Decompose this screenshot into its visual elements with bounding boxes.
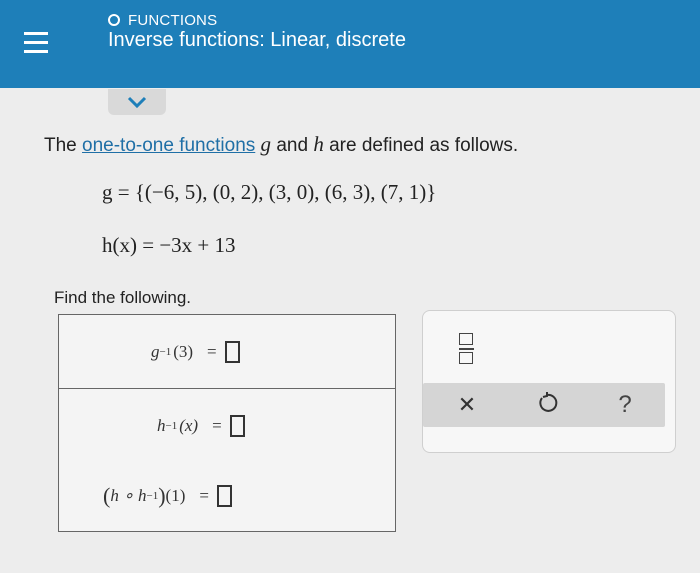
- h-inverse-expression: h −1 (x) =: [157, 415, 245, 437]
- undo-icon[interactable]: [533, 391, 561, 419]
- main-content: The one-to-one functions g and h are def…: [0, 88, 700, 573]
- answer-cell-2: h −1 (x) = ( h ∘ h −1 ) (1) =: [59, 389, 395, 532]
- row3-open: (: [103, 483, 111, 508]
- problem-intro: The one-to-one functions g and h are def…: [44, 132, 518, 157]
- intro-and: and: [271, 135, 314, 156]
- intro-prefix: The: [44, 135, 83, 156]
- intro-g: g: [260, 132, 272, 156]
- row2-eq: =: [212, 416, 222, 435]
- input-toolbar: ✕ ?: [423, 383, 665, 427]
- answer-table: g −1 (3) = h −1 (x) = ( h ∘ h −1 ) (1) =: [58, 314, 396, 532]
- row3-arg: (1): [165, 486, 186, 505]
- row3-eq: =: [199, 486, 209, 505]
- row2-arg: (x): [179, 416, 199, 435]
- row3-sup: −1: [146, 490, 159, 502]
- g-definition: g = {(−6, 5), (0, 2), (3, 0), (6, 3), (7…: [102, 180, 437, 204]
- row3-close: ): [158, 483, 166, 508]
- header-bar: FUNCTIONS Inverse functions: Linear, dis…: [0, 0, 700, 88]
- answer-cell-1: g −1 (3) =: [59, 315, 395, 389]
- row2-sup: −1: [165, 420, 178, 432]
- answer-input-2[interactable]: [229, 415, 245, 437]
- topic-label: FUNCTIONS: [128, 11, 218, 29]
- one-to-one-link[interactable]: one-to-one functions: [82, 135, 255, 156]
- topic-row: FUNCTIONS: [108, 10, 217, 30]
- g-inverse-expression: g −1 (3) =: [151, 341, 240, 363]
- row1-func: g: [151, 342, 160, 361]
- intro-h: h: [313, 132, 324, 156]
- collapse-button[interactable]: [108, 89, 166, 115]
- h-definition: h(x) = −3x + 13: [102, 233, 236, 257]
- close-icon[interactable]: ✕: [453, 391, 481, 419]
- answer-input-1[interactable]: [224, 341, 240, 363]
- help-button[interactable]: ?: [611, 391, 639, 419]
- intro-suffix: are defined as follows.: [323, 135, 519, 156]
- chevron-down-icon: [127, 96, 147, 109]
- menu-icon[interactable]: [24, 32, 48, 54]
- fraction-icon[interactable]: [459, 333, 475, 367]
- answer-input-3[interactable]: [216, 485, 232, 507]
- row3-inner: h ∘ h: [110, 486, 147, 505]
- circle-icon: [108, 14, 120, 26]
- row1-sup: −1: [159, 346, 172, 358]
- page-title: Inverse functions: Linear, discrete: [108, 29, 406, 51]
- math-input-panel: ✕ ?: [422, 310, 676, 453]
- row2-func: h: [157, 416, 166, 435]
- find-label: Find the following.: [54, 288, 192, 307]
- row1-arg: (3): [173, 342, 194, 361]
- row1-eq: =: [207, 342, 217, 361]
- h-compose-expression: ( h ∘ h −1 ) (1) =: [103, 483, 232, 509]
